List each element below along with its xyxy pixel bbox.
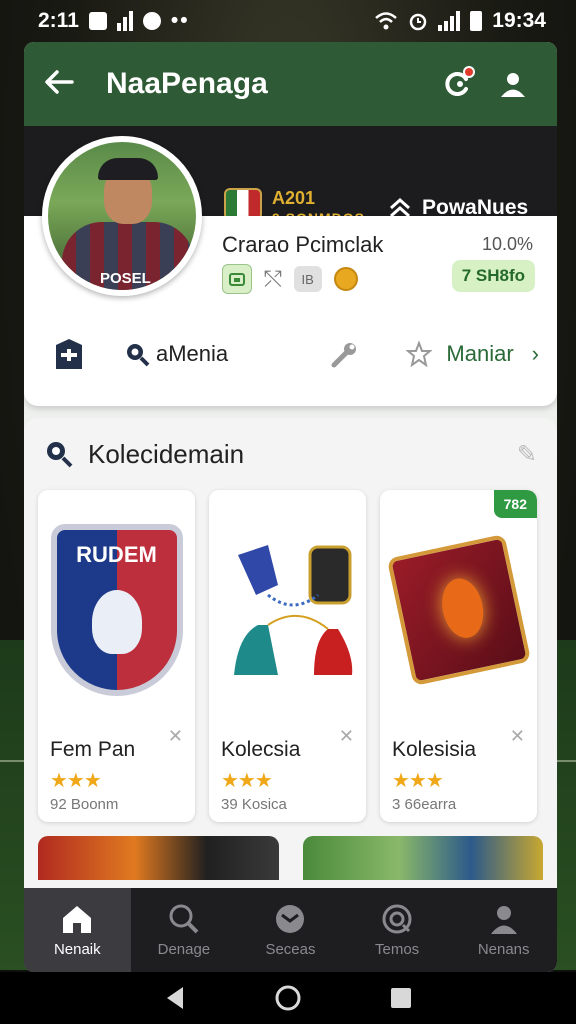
treasure-chest-icon	[386, 533, 531, 687]
points-pill: 7 SH8fo	[451, 260, 535, 292]
collection-card[interactable]: 782 Kolesisia ✕ ★★★ 3 66earra	[380, 490, 537, 822]
nav-label: Temos	[374, 940, 420, 958]
player-avatar[interactable]: POSEL	[42, 136, 202, 296]
promo-banner[interactable]	[302, 836, 543, 880]
cell-signal-icon	[438, 11, 461, 31]
card-stars: ★★★	[221, 770, 273, 792]
whistle-bells-icon	[233, 545, 352, 675]
card-stars: ★★★	[392, 770, 444, 792]
system-back-icon[interactable]	[163, 985, 187, 1011]
system-navigation-bar	[0, 972, 576, 1024]
system-home-icon[interactable]	[274, 984, 302, 1012]
back-arrow-icon	[45, 69, 74, 94]
player-percent: 10.0%	[481, 234, 533, 254]
club-code: A201	[272, 188, 316, 208]
notification-dot	[463, 66, 475, 78]
collection-card[interactable]: Kolecsia ✕ ★★★ 39 Kosica	[209, 490, 366, 822]
crest-emblem	[91, 590, 142, 654]
alarm-icon	[410, 13, 427, 31]
status-clock: 19:34	[492, 9, 546, 32]
nav-home[interactable]: Nenaik	[24, 888, 131, 972]
signal-icon	[116, 11, 133, 31]
edit-icon[interactable]: ✎	[517, 440, 537, 469]
tools-button[interactable]	[328, 337, 362, 371]
collection-search-icon	[47, 442, 73, 468]
pin-icon[interactable]: ✕	[339, 726, 354, 747]
crest-art: RUDEM	[38, 510, 195, 710]
pin-icon[interactable]: ✕	[510, 726, 525, 747]
crest-text: RUDEM	[76, 542, 157, 567]
coin-icon	[333, 267, 358, 291]
nav-label: Nenaik	[53, 940, 101, 958]
whistles-art	[209, 510, 366, 710]
nav-matches[interactable]: Seceas	[237, 888, 344, 972]
promo-banners	[38, 836, 543, 880]
status-bar: 2:11 •• 19:34	[0, 0, 576, 42]
collection-section: Kolecidemain ✎ RUDEM Fem Pan ✕ ★★★ 92 Bo…	[24, 418, 557, 888]
stadium-icon	[56, 339, 82, 369]
target-icon	[382, 904, 412, 933]
card-subtitle: 39 Kosica	[221, 796, 287, 813]
search-icon	[169, 904, 199, 933]
menu-button[interactable]: aMenia	[124, 341, 228, 367]
battery-icon	[470, 11, 483, 31]
card-stars: ★★★	[50, 770, 102, 792]
collection-header: Kolecidemain ✎	[24, 418, 557, 490]
shield-crest-icon: RUDEM	[50, 524, 183, 696]
menu-label: aMenia	[156, 341, 229, 366]
card-name: Fem Pan	[50, 738, 136, 761]
home-icon	[63, 905, 92, 933]
wifi-icon	[375, 12, 398, 30]
card-subtitle: 3 66earra	[392, 796, 457, 813]
level-badge: IB	[293, 266, 322, 292]
profile-icon	[490, 905, 517, 934]
system-recents-icon[interactable]	[389, 986, 413, 1010]
ball-icon	[276, 904, 305, 933]
back-button[interactable]	[44, 65, 88, 104]
chest-gem	[436, 574, 489, 642]
chest-art	[380, 510, 537, 710]
wrench-icon	[331, 343, 357, 368]
favorite-label: Maniar	[446, 341, 514, 366]
nav-targets[interactable]: Temos	[344, 888, 451, 972]
bottom-navigation: Nenaik Denage Seceas Temos Nenans	[24, 888, 557, 972]
app-icon	[142, 12, 161, 30]
collection-cards: RUDEM Fem Pan ✕ ★★★ 92 Boonm Kolecsia ✕ …	[38, 490, 543, 822]
favorite-button[interactable]: Maniar ›	[406, 341, 539, 367]
action-row: aMenia Maniar ›	[24, 326, 557, 382]
menu-search-icon	[127, 344, 150, 367]
card-icon[interactable]	[222, 264, 252, 294]
app-bar: NaaPenaga	[24, 42, 557, 126]
app-window: NaaPenaga A201 9 SONMDOS PowaNues Crarao…	[24, 42, 557, 972]
star-outline-icon	[406, 341, 433, 367]
card-name: Kolesisia	[392, 738, 477, 761]
player-attributes: ⤲ IB	[222, 264, 358, 294]
nav-search[interactable]: Denage	[131, 888, 238, 972]
notification-icon	[88, 12, 107, 30]
status-time: 2:11	[38, 9, 79, 32]
more-dots-icon: ••	[170, 9, 190, 32]
chevron-right-icon: ›	[531, 341, 539, 366]
nav-label: Nenans	[477, 940, 530, 958]
app-title: NaaPenaga	[106, 67, 268, 100]
collection-card[interactable]: RUDEM Fem Pan ✕ ★★★ 92 Boonm	[38, 490, 195, 822]
promo-banner[interactable]	[38, 836, 279, 880]
card-name: Kolecsia	[221, 738, 301, 761]
card-subtitle: 92 Boonm	[50, 796, 119, 813]
avatar-jersey-text: POSEL	[100, 270, 151, 287]
nav-label: Denage	[157, 940, 211, 958]
share-icon[interactable]: ⤲	[264, 266, 282, 292]
user-icon	[501, 73, 525, 97]
pin-icon[interactable]: ✕	[168, 726, 183, 747]
account-button[interactable]	[489, 60, 537, 108]
nav-label: Seceas	[265, 940, 316, 958]
nav-profile[interactable]: Nenans	[450, 888, 557, 972]
avatar-cap	[98, 158, 158, 180]
player-name: Crarao Pcimclak	[222, 232, 384, 257]
collection-title: Kolecidemain	[88, 438, 245, 469]
notifications-button[interactable]	[433, 60, 481, 108]
stadium-button[interactable]	[52, 337, 86, 371]
